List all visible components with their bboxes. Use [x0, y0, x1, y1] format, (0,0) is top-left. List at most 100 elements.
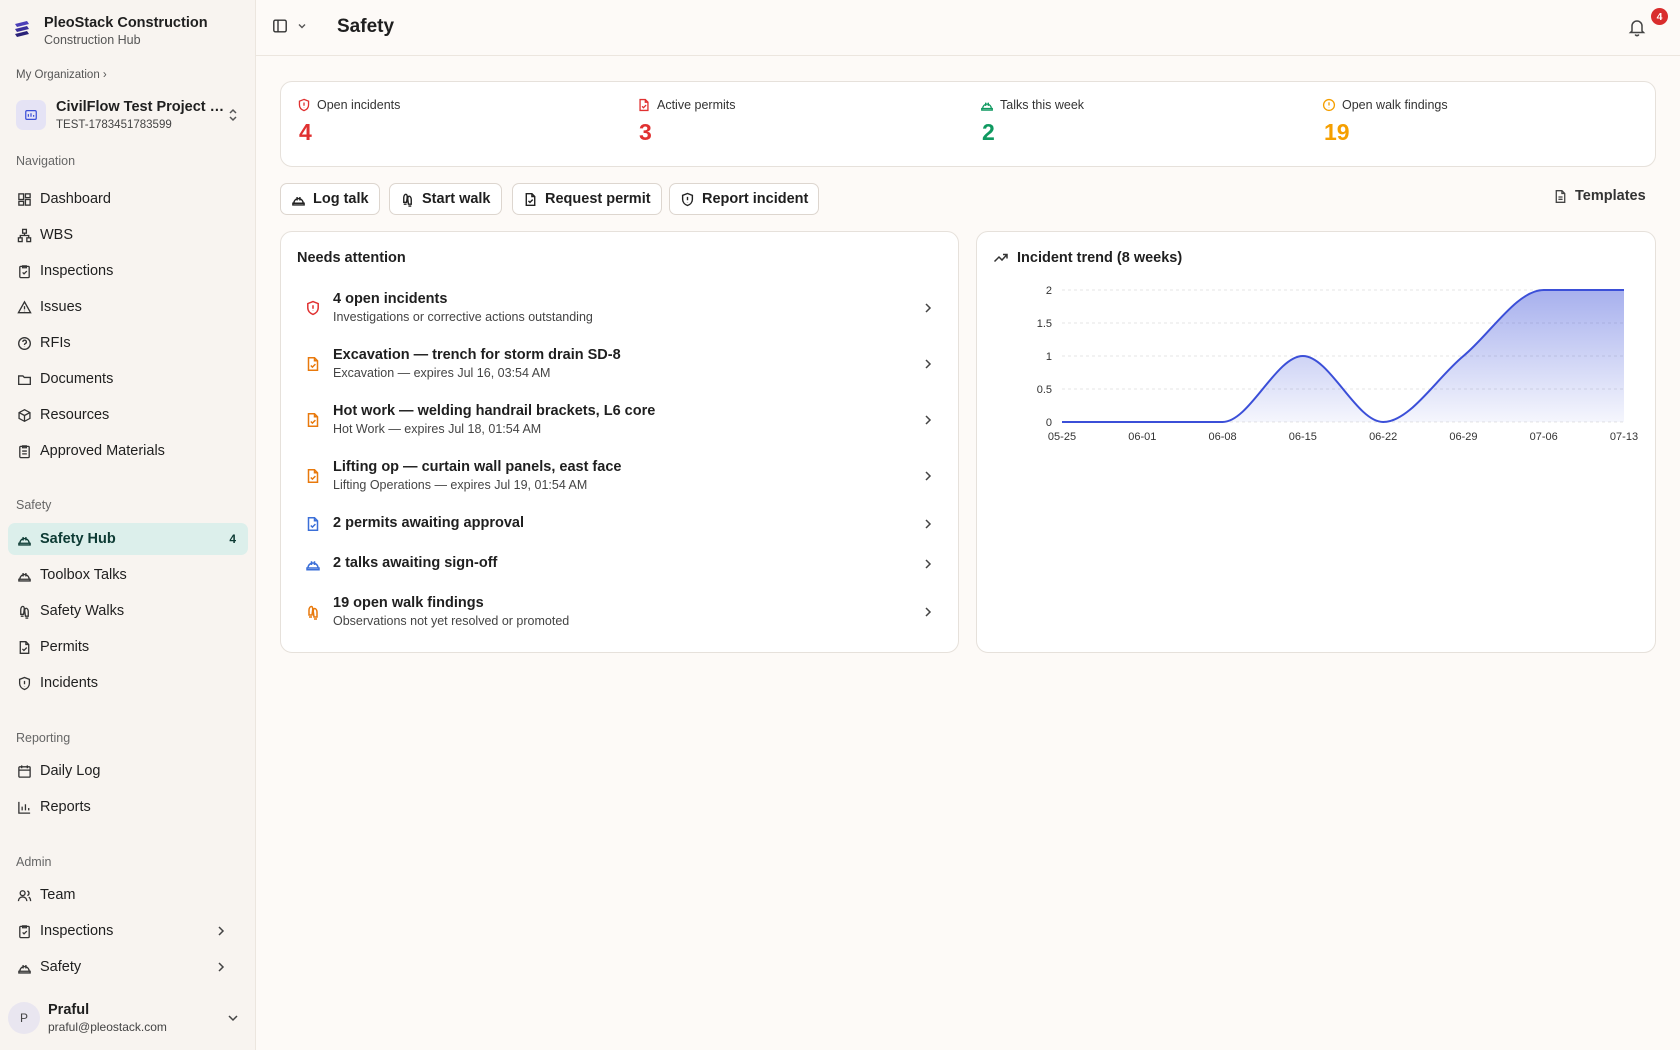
- sidebar-item-label: Inspections: [40, 923, 114, 939]
- hierarchy-icon: [17, 228, 32, 242]
- sidebar-item-inspections[interactable]: Inspections: [8, 255, 248, 287]
- templates-button[interactable]: Templates: [1553, 188, 1646, 204]
- file-check-icon: [307, 468, 319, 483]
- avatar: P: [8, 1002, 40, 1034]
- dashboard-icon: [18, 192, 31, 206]
- sidebar-item-label: Permits: [40, 639, 90, 655]
- sidebar-item-rfis[interactable]: RFIs: [8, 327, 248, 359]
- organization-breadcrumb[interactable]: My Organization ›: [16, 69, 107, 81]
- y-tick-label: 2: [1046, 285, 1052, 297]
- project-name: CivilFlow Test Project (U...: [56, 98, 226, 115]
- incident-trend-panel: Incident trend (8 weeks) 0 0.5 1 1.5 2 05-25 0…: [976, 231, 1656, 653]
- sidebar-item-documents[interactable]: Documents: [8, 363, 248, 395]
- x-tick-label: 06-22: [1369, 431, 1397, 443]
- user-menu[interactable]: P Praful praful@pleostack.com: [8, 996, 248, 1040]
- y-tick-label: 0: [1046, 417, 1052, 429]
- chevron-right-icon: [925, 558, 932, 569]
- clipboard-check-icon: [19, 924, 30, 938]
- x-tick-label: 06-08: [1209, 431, 1237, 443]
- stat-label: Talks this week: [1000, 98, 1085, 112]
- brand-name: PleoStack Construction: [44, 15, 208, 31]
- sidebar-item-permits[interactable]: Permits: [8, 631, 248, 663]
- stat-open-incidents[interactable]: Open incidents 4: [297, 98, 400, 146]
- attention-item-walk-findings[interactable]: 19 open walk findings Observations not y…: [297, 594, 943, 629]
- log-talk-button[interactable]: Log talk: [280, 183, 380, 215]
- x-tick-label: 06-15: [1289, 431, 1317, 443]
- start-walk-button[interactable]: Start walk: [389, 183, 502, 215]
- sidebar-item-approved-materials[interactable]: Approved Materials: [8, 435, 248, 467]
- request-permit-button[interactable]: Request permit: [512, 183, 662, 215]
- attention-item-lifting-permit[interactable]: Lifting op — curtain wall panels, east f…: [297, 458, 943, 493]
- sidebar-item-label: Daily Log: [40, 763, 101, 779]
- sidebar-item-incidents[interactable]: Incidents: [8, 667, 248, 699]
- sidebar-item-safety-walks[interactable]: Safety Walks: [8, 595, 248, 627]
- chevron-right-icon: [925, 358, 932, 369]
- sidebar-item-label: Safety: [40, 959, 82, 975]
- hard-hat-icon: [306, 560, 320, 571]
- alert-circle-icon: [1322, 98, 1336, 112]
- question-circle-icon: [18, 336, 31, 350]
- sidebar-item-safety-hub[interactable]: Safety Hub 4: [8, 523, 248, 555]
- section-label-safety: Safety: [16, 498, 52, 512]
- sidebar-item-admin-inspections[interactable]: Inspections: [8, 915, 248, 947]
- chevron-right-icon: [925, 470, 932, 481]
- chevron-up-down-icon: [229, 108, 237, 122]
- file-check-icon: [307, 356, 319, 371]
- notification-count-badge: 4: [1651, 8, 1668, 25]
- chevron-down-icon: [228, 1015, 238, 1022]
- sidebar-item-daily-log[interactable]: Daily Log: [8, 755, 248, 787]
- chevron-right-icon: [925, 414, 932, 425]
- stat-active-permits[interactable]: Active permits 3: [637, 98, 736, 146]
- project-switcher[interactable]: CivilFlow Test Project (U... TEST-178345…: [8, 92, 248, 138]
- stat-label: Open incidents: [317, 98, 401, 112]
- sidebar-item-wbs[interactable]: WBS: [8, 219, 248, 251]
- attention-item-subtitle: Lifting Operations — expires Jul 19, 01:…: [333, 478, 588, 492]
- needs-attention-title: Needs attention: [297, 250, 406, 266]
- sidebar-item-label: Resources: [40, 407, 110, 423]
- attention-item-subtitle: Hot Work — expires Jul 18, 01:54 AM: [333, 422, 542, 436]
- shield-alert-icon: [18, 676, 31, 690]
- clipboard-list-icon: [19, 444, 30, 458]
- sidebar-item-reports[interactable]: Reports: [8, 791, 248, 823]
- sidebar-item-toolbox-talks[interactable]: Toolbox Talks: [8, 559, 248, 591]
- attention-item-talks-awaiting[interactable]: 2 talks awaiting sign-off: [297, 554, 943, 573]
- stat-talks-this-week[interactable]: Talks this week 2: [980, 98, 1084, 146]
- sidebar-item-label: Toolbox Talks: [40, 567, 127, 583]
- attention-item-hot-work-permit[interactable]: Hot work — welding handrail brackets, L6…: [297, 402, 943, 437]
- sidebar-item-issues[interactable]: Issues: [8, 291, 248, 323]
- chevron-down-icon: [298, 24, 306, 29]
- incident-trend-chart: 0 0.5 1 1.5 2 05-25 06-01 06-08 06-15 06-22 06-29 0…: [1037, 285, 1638, 443]
- attention-item-excavation-permit[interactable]: Excavation — trench for storm drain SD-8…: [297, 346, 943, 381]
- attention-item-title: 19 open walk findings: [333, 595, 484, 611]
- sidebar-toggle-button[interactable]: [272, 18, 308, 34]
- users-icon: [17, 889, 32, 901]
- sidebar-item-label: Safety Hub: [40, 531, 116, 547]
- report-incident-label: Report incident: [702, 191, 809, 207]
- attention-item-title: Lifting op — curtain wall panels, east f…: [333, 459, 622, 475]
- stat-value: 4: [299, 119, 312, 145]
- y-tick-label: 1.5: [1037, 318, 1052, 330]
- attention-item-permits-awaiting[interactable]: 2 permits awaiting approval: [297, 514, 943, 533]
- chevron-right-icon: [925, 518, 932, 529]
- sidebar-item-resources[interactable]: Resources: [8, 399, 248, 431]
- needs-attention-panel: Needs attention 4 open incidents Investi…: [280, 231, 959, 653]
- sidebar-item-label: Issues: [40, 299, 82, 315]
- file-check-icon: [19, 640, 30, 654]
- shield-alert-icon: [307, 300, 319, 315]
- file-check-icon: [307, 412, 319, 427]
- section-label-reporting: Reporting: [16, 731, 71, 745]
- brand-subtitle: Construction Hub: [44, 33, 141, 47]
- sidebar-item-team[interactable]: Team: [8, 879, 248, 911]
- stat-open-walk-findings[interactable]: Open walk findings 19: [1322, 98, 1448, 146]
- brand[interactable]: PleoStack Construction Construction Hub: [12, 14, 208, 49]
- sidebar-item-admin-safety[interactable]: Safety: [8, 951, 248, 983]
- bell-icon[interactable]: [1626, 16, 1648, 38]
- sidebar-item-label: Approved Materials: [40, 443, 165, 459]
- shield-icon: [681, 192, 694, 206]
- chevron-right-icon: [925, 302, 932, 313]
- sidebar-item-dashboard[interactable]: Dashboard: [8, 183, 248, 215]
- report-incident-button[interactable]: Report incident: [669, 183, 820, 215]
- footprints-icon: [308, 605, 318, 620]
- attention-item-open-incidents[interactable]: 4 open incidents Investigations or corre…: [297, 290, 943, 325]
- sidebar-item-label: Reports: [40, 799, 91, 815]
